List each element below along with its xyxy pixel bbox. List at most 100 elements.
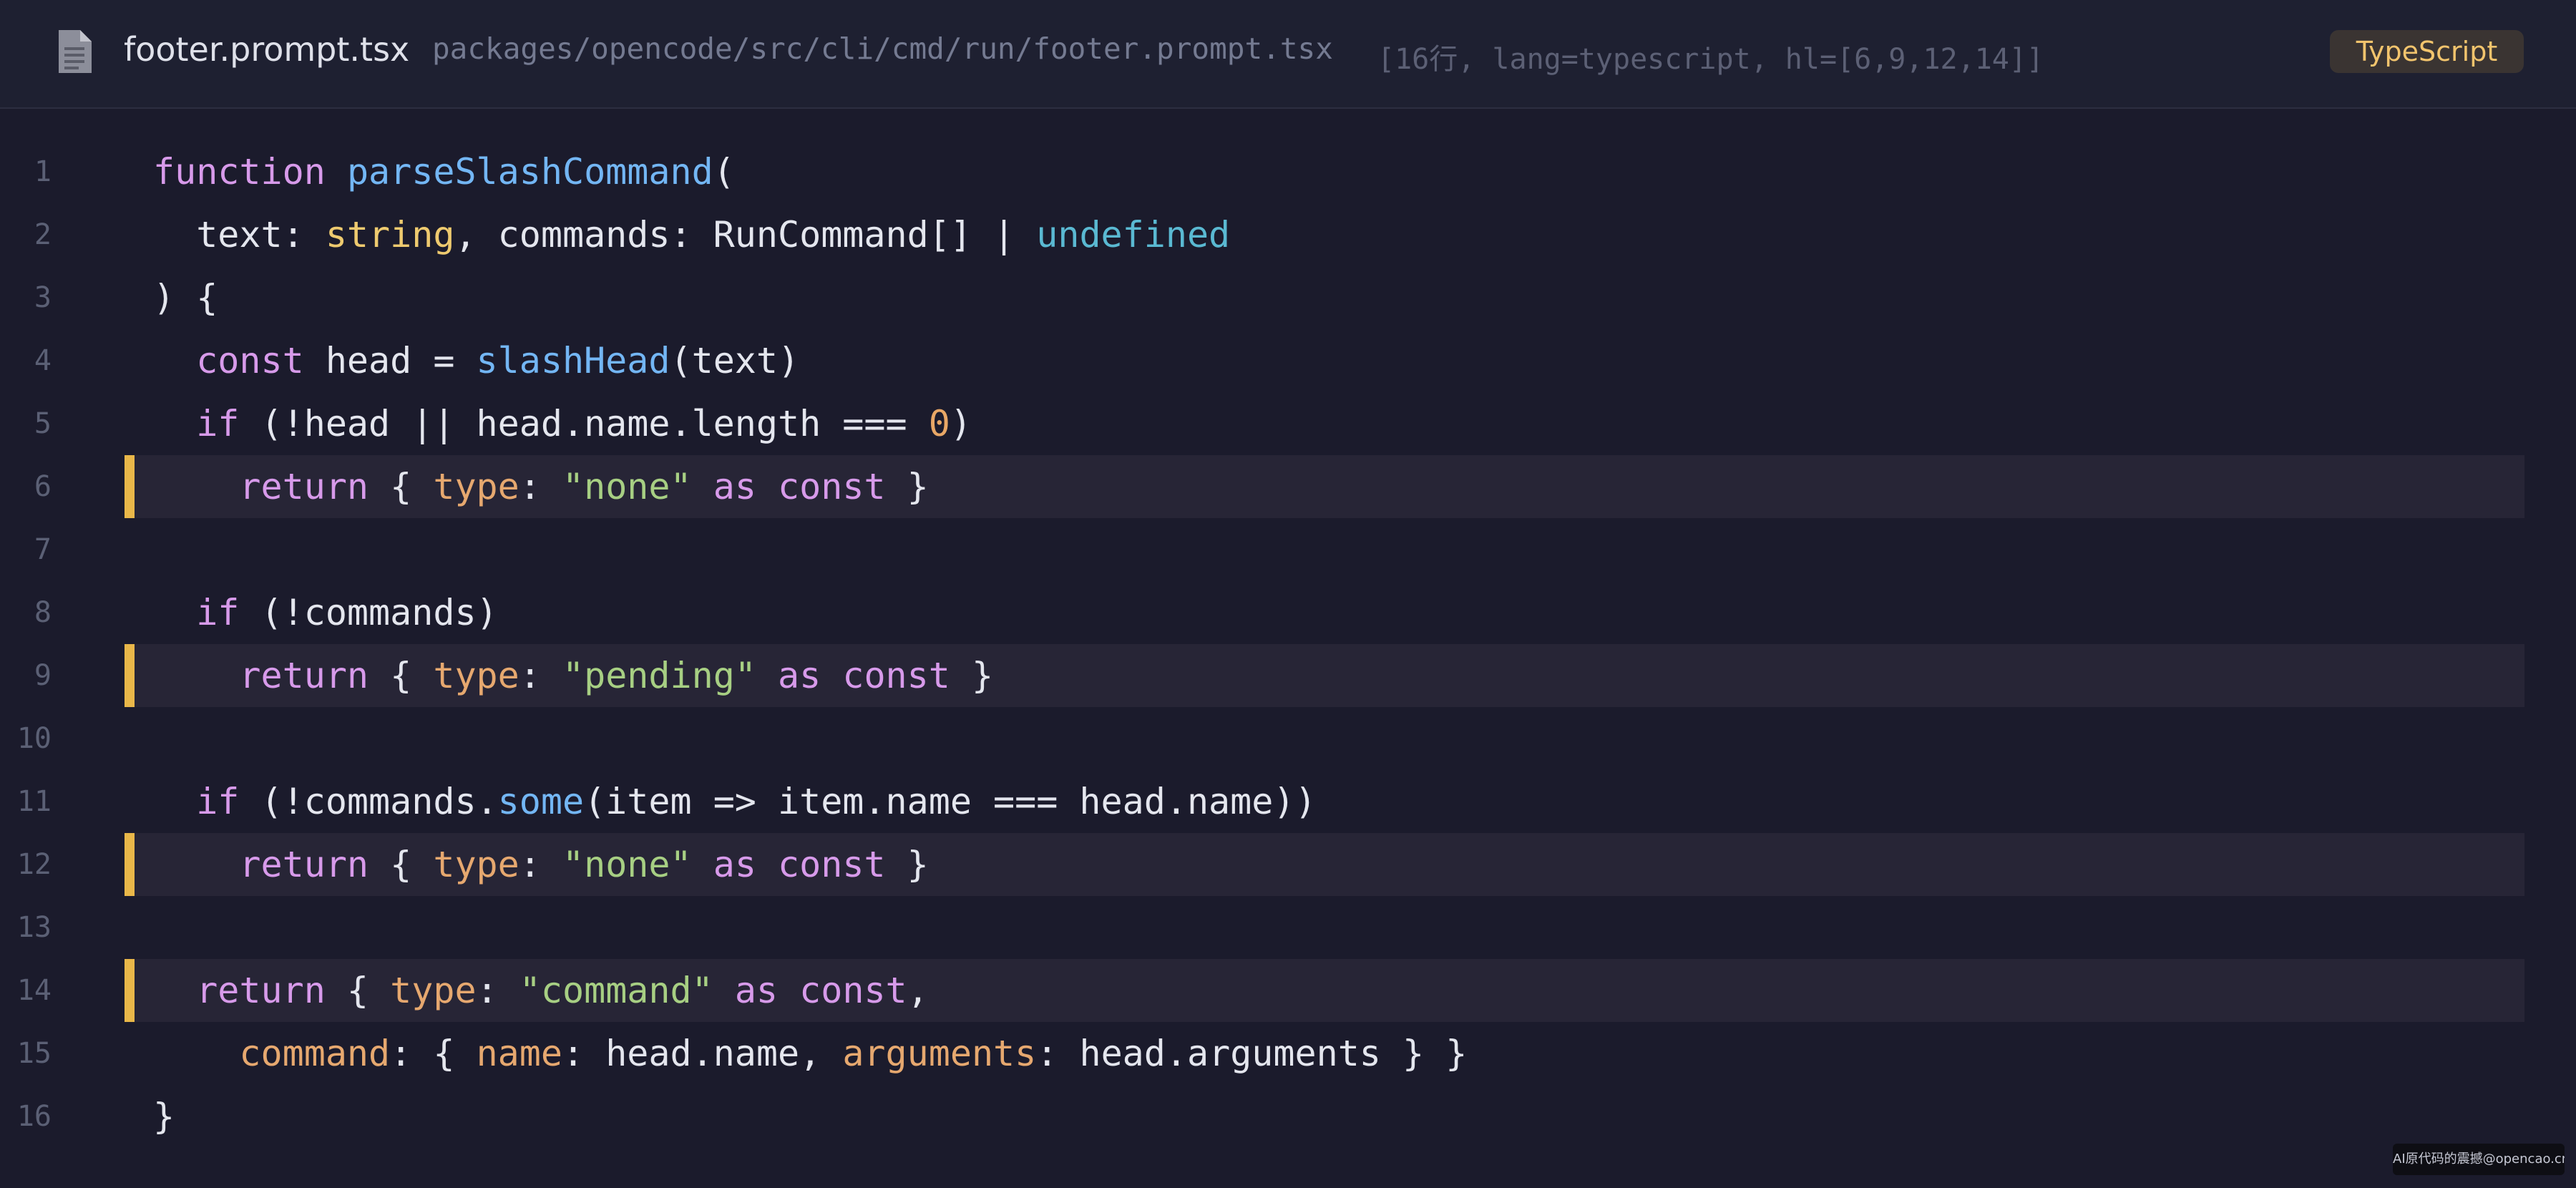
code-token: "none" (562, 844, 692, 885)
code-line: 11 if (!commands.some(item => item.name … (0, 770, 2576, 833)
code-text: return { type: "none" as const } (153, 455, 929, 518)
code-line: 16} (0, 1085, 2576, 1148)
code-token: if (153, 781, 240, 822)
code-line: 4 const head = slashHead(text) (0, 329, 2576, 392)
code-token: "none" (562, 466, 692, 507)
code-text: if (!commands) (153, 581, 498, 644)
code-token: : (519, 466, 562, 507)
code-area: 1 function parseSlashCommand(2 text: stri… (0, 109, 2576, 1188)
code-line: 5 if (!head || head.name.length === 0) (0, 392, 2576, 455)
code-token: some (497, 781, 585, 822)
code-token: (!commands) (239, 592, 498, 633)
line-number: 3 (34, 281, 52, 314)
code-token: head = (303, 340, 477, 381)
code-token: type (433, 466, 519, 507)
code-text: command: { name: head.name, arguments: h… (153, 1022, 1467, 1085)
file-meta: [16行, lang=typescript, hl=[6,9,12,14]] (1377, 43, 2044, 76)
code-token: { (325, 970, 391, 1011)
code-token: type (433, 655, 519, 696)
code-text: function parseSlashCommand( (153, 140, 735, 203)
code-line: 3 ) { (0, 266, 2576, 329)
file-icon (59, 30, 92, 73)
code-token: : head.name, (562, 1033, 843, 1074)
line-number: 7 (34, 533, 52, 566)
code-token: function (153, 151, 326, 193)
code-text: } (153, 1085, 175, 1148)
code-token: : head.arguments } } (1036, 1033, 1468, 1074)
code-token: (!commands. (239, 781, 498, 822)
line-number: 13 (16, 911, 52, 944)
code-line: 2 text: string, commands: RunCommand[] |… (0, 203, 2576, 266)
code-line: 1 function parseSlashCommand( (0, 140, 2576, 203)
code-token: : { (390, 1033, 477, 1074)
code-token: ) { (153, 277, 218, 318)
code-token: 0 (928, 403, 950, 444)
code-token: type (433, 844, 519, 885)
line-highlight-marker (125, 959, 135, 1022)
code-token: { (369, 844, 434, 885)
code-token: { (369, 655, 434, 696)
code-token: as const (713, 466, 886, 507)
line-number: 12 (16, 848, 52, 881)
code-token: , commands: RunCommand[] | (454, 214, 1037, 255)
code-token: ( (713, 151, 735, 193)
code-token: } (885, 466, 929, 507)
code-token: } (885, 844, 929, 885)
code-text: text: string, commands: RunCommand[] | u… (153, 203, 1230, 266)
line-highlight-marker (125, 833, 135, 896)
code-line: 7 (0, 518, 2576, 581)
code-line-highlighted: 9 return { type: "pending" as const } (0, 644, 2576, 707)
code-token: as const (713, 844, 886, 885)
line-number: 5 (34, 407, 52, 440)
code-token: (item => item.name === head.name)) (584, 781, 1317, 822)
line-highlight-marker (125, 644, 135, 707)
code-text: return { type: "pending" as const } (153, 644, 993, 707)
file-header: footer.prompt.tsx packages/opencode/src/… (0, 0, 2576, 109)
line-number: 11 (16, 785, 52, 818)
code-token: text: (153, 214, 326, 255)
code-token: } (950, 655, 994, 696)
code-line: 15 command: { name: head.name, arguments… (0, 1022, 2576, 1085)
code-token: return (153, 844, 369, 885)
code-token: : (519, 655, 562, 696)
code-line: 10 (0, 707, 2576, 770)
code-token: if (153, 403, 240, 444)
code-token: string (325, 214, 455, 255)
code-token: type (390, 970, 477, 1011)
code-token: name (476, 1033, 562, 1074)
code-token: "command" (519, 970, 713, 1011)
code-token: } (153, 1096, 175, 1137)
code-text: const head = slashHead(text) (153, 329, 799, 392)
code-token: { (369, 466, 434, 507)
code-token: , (907, 970, 929, 1011)
code-token: (text) (670, 340, 800, 381)
line-number: 16 (16, 1100, 52, 1133)
code-text: if (!head || head.name.length === 0) (153, 392, 972, 455)
code-token: undefined (1036, 214, 1231, 255)
code-token: const (153, 340, 304, 381)
line-number: 1 (34, 155, 52, 188)
code-line-highlighted: 12 return { type: "none" as const } (0, 833, 2576, 896)
code-text: ) { (153, 266, 218, 329)
code-line-highlighted: 6 return { type: "none" as const } (0, 455, 2576, 518)
line-number: 15 (16, 1037, 52, 1070)
code-token: ) (950, 403, 972, 444)
line-number: 4 (34, 344, 52, 377)
line-number: 9 (34, 659, 52, 692)
code-token: return (153, 970, 326, 1011)
line-number: 10 (16, 722, 52, 755)
code-token: return (153, 655, 369, 696)
line-number: 6 (34, 470, 52, 503)
code-token: parseSlashCommand (346, 151, 713, 193)
code-token: "pending" (562, 655, 756, 696)
code-token: : (476, 970, 519, 1011)
code-line: 8 if (!commands) (0, 581, 2576, 644)
code-token: : (519, 844, 562, 885)
code-viewer-window: footer.prompt.tsx packages/opencode/src/… (0, 0, 2576, 1188)
code-token: as const (734, 970, 907, 1011)
line-number: 8 (34, 596, 52, 629)
